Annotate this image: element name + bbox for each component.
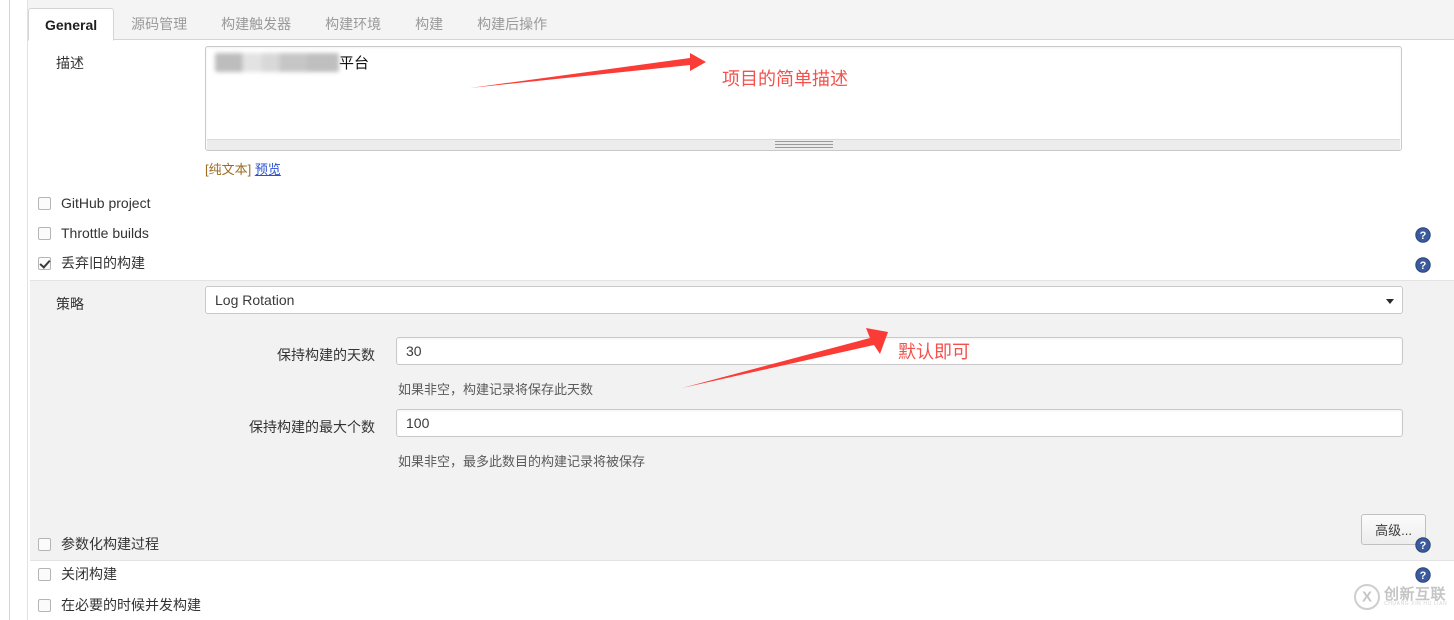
days-to-keep-hint: 如果非空，构建记录将保存此天数 — [398, 382, 594, 397]
general-form: 描述 平台 [纯文本] 预览 GitHub project Throttle b… — [28, 41, 1454, 620]
throttle-builds-label: Throttle builds — [61, 225, 149, 241]
redacted-text-block — [215, 53, 339, 72]
checkbox-row-concurrent-builds[interactable]: 在必要的时候并发构建 — [38, 591, 201, 619]
help-icon-throttle-builds[interactable]: ? — [1415, 227, 1431, 243]
annotation-label-defaults: 默认即可 — [898, 342, 970, 362]
strategy-select-value: Log Rotation — [215, 292, 295, 308]
github-project-label: GitHub project — [61, 195, 151, 211]
strategy-label: 策略 — [56, 296, 84, 312]
max-builds-to-keep-hint: 如果非空，最多此数目的构建记录将被保存 — [398, 454, 646, 469]
left-rail-outer — [9, 0, 10, 620]
discard-old-builds-checkbox[interactable] — [38, 256, 51, 270]
description-textarea-value: 平台 — [215, 52, 369, 73]
watermark-en: CHUANG XIN HU LIAN — [1384, 601, 1448, 608]
github-project-checkbox[interactable] — [38, 196, 51, 210]
watermark-cn: 创新互联 — [1384, 585, 1447, 603]
discard-old-builds-label: 丢弃旧的构建 — [61, 255, 145, 271]
days-to-keep-value: 30 — [406, 343, 422, 359]
textarea-resize-handle[interactable] — [774, 141, 833, 148]
chevron-down-icon — [1386, 299, 1394, 304]
jenkins-job-config-page: General 源码管理 构建触发器 构建环境 构建 构建后操作 描述 平台 [… — [0, 0, 1454, 620]
checkbox-row-github-project[interactable]: GitHub project — [38, 189, 150, 217]
preview-link[interactable]: 预览 — [255, 162, 281, 177]
discard-old-builds-panel: 策略 Log Rotation 保持构建的天数 30 如果非空，构建记录将保存此… — [30, 280, 1454, 561]
help-icon-discard-old-builds[interactable]: ? — [1415, 257, 1431, 273]
strategy-select[interactable]: Log Rotation — [205, 286, 1403, 314]
description-label: 描述 — [56, 55, 84, 71]
max-builds-to-keep-value: 100 — [406, 415, 430, 431]
watermark-mark-icon — [1354, 584, 1380, 610]
concurrent-builds-checkbox[interactable] — [38, 598, 51, 612]
checkbox-row-disable-build[interactable]: 关闭构建 — [38, 560, 117, 588]
tab-source-management[interactable]: 源码管理 — [114, 7, 204, 40]
plain-text-label: [纯文本] — [205, 162, 252, 177]
svg-text:?: ? — [1420, 260, 1427, 272]
throttle-builds-checkbox[interactable] — [38, 226, 51, 240]
tab-list: General 源码管理 构建触发器 构建环境 构建 构建后操作 — [28, 0, 564, 41]
watermark-logo: 创新互联 CHUANG XIN HU LIAN — [1354, 578, 1450, 616]
max-builds-to-keep-label: 保持构建的最大个数 — [249, 419, 375, 435]
description-field-wrap: 平台 — [205, 46, 1402, 151]
svg-text:?: ? — [1420, 540, 1427, 552]
svg-text:?: ? — [1420, 230, 1427, 242]
tab-build[interactable]: 构建 — [398, 7, 460, 40]
description-format-row: [纯文本] 预览 — [205, 159, 281, 178]
tab-general[interactable]: General — [28, 8, 115, 41]
disable-build-label: 关闭构建 — [61, 566, 117, 582]
tab-build-environment[interactable]: 构建环境 — [308, 7, 398, 40]
days-to-keep-label: 保持构建的天数 — [277, 347, 375, 363]
parameterized-build-checkbox[interactable] — [38, 537, 51, 551]
watermark-text: 创新互联 CHUANG XIN HU LIAN — [1384, 585, 1448, 608]
tab-build-triggers[interactable]: 构建触发器 — [204, 7, 308, 40]
max-builds-to-keep-input[interactable]: 100 — [396, 409, 1403, 437]
tab-post-build-actions[interactable]: 构建后操作 — [460, 7, 564, 40]
checkbox-row-parameterized-build[interactable]: 参数化构建过程 — [38, 530, 159, 558]
config-tab-bar: General 源码管理 构建触发器 构建环境 构建 构建后操作 — [28, 0, 1454, 41]
help-icon-parameterized-build[interactable]: ? — [1415, 537, 1431, 553]
checkbox-row-discard-old-builds[interactable]: 丢弃旧的构建 — [38, 249, 145, 277]
checkbox-row-throttle-builds[interactable]: Throttle builds — [38, 219, 149, 247]
disable-build-checkbox[interactable] — [38, 567, 51, 581]
parameterized-build-label: 参数化构建过程 — [61, 536, 159, 552]
annotation-label-description: 项目的简单描述 — [722, 69, 848, 89]
description-textarea[interactable]: 平台 — [205, 46, 1402, 151]
concurrent-builds-label: 在必要的时候并发构建 — [61, 597, 201, 613]
description-visible-suffix: 平台 — [339, 55, 370, 72]
